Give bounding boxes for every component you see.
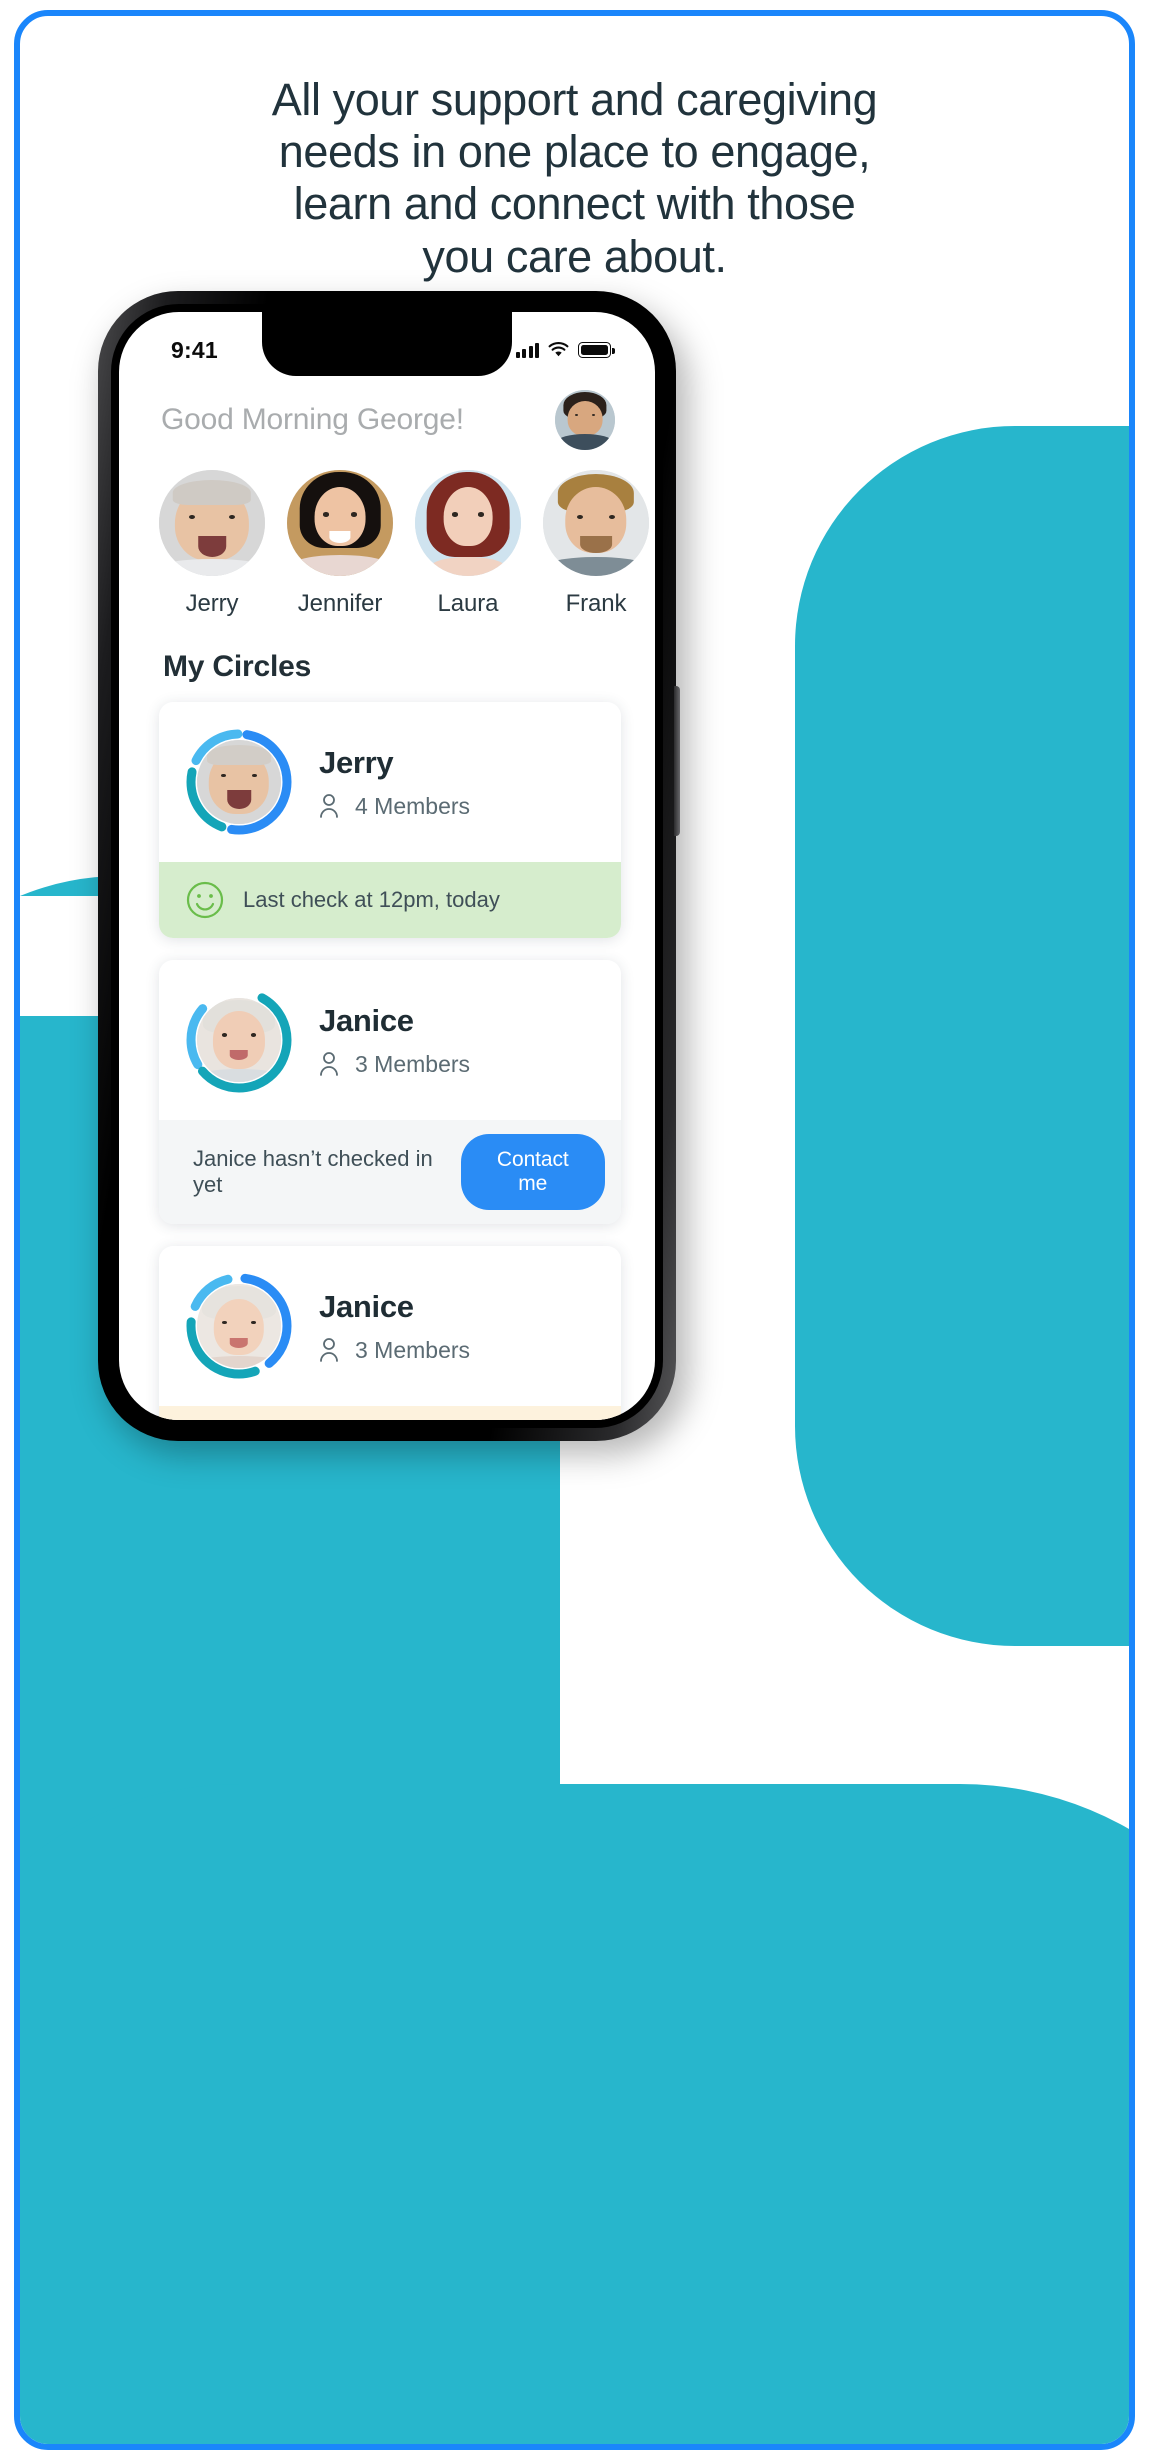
phone-notch	[262, 312, 512, 376]
person-icon	[320, 1338, 338, 1362]
story-avatar[interactable]	[287, 470, 393, 576]
circle-members: 3 Members	[319, 1051, 470, 1078]
stories-row[interactable]: Jerry Jennifer Laura Frank	[119, 450, 655, 618]
promo-frame: All your support and caregiving needs in…	[14, 10, 1135, 2450]
circle-info: Jerry 4 Members	[319, 745, 470, 820]
avatar-face	[197, 740, 281, 824]
circle-status-strip: Janice hasn’t checked in yet Contact me	[159, 1120, 621, 1224]
story-item-jennifer[interactable]: Jennifer	[287, 470, 393, 618]
story-avatar[interactable]	[543, 470, 649, 576]
circle-members: 3 Members	[319, 1337, 470, 1364]
circle-status-strip: Last check at 12pm, today	[159, 1406, 621, 1420]
teal-blob-bottom	[20, 1784, 1129, 2444]
status-icons	[515, 342, 615, 358]
phone-body: 9:41 Good Morning George! Jerry Jennifer…	[98, 291, 680, 1441]
circle-status-text: Janice hasn’t checked in yet	[193, 1146, 433, 1197]
profile-avatar[interactable]	[555, 390, 615, 450]
circle-name: Janice	[319, 1288, 414, 1324]
phone-bezel: 9:41 Good Morning George! Jerry Jennifer…	[111, 304, 663, 1428]
circle-name: Jerry	[319, 744, 394, 780]
contact-me-button[interactable]: Contact me	[460, 1134, 605, 1210]
avatar-face	[159, 470, 265, 576]
person-icon	[320, 794, 338, 818]
story-item-laura[interactable]: Laura	[415, 470, 521, 618]
headline-line-2: needs in one place to engage,	[278, 126, 871, 178]
avatar-face	[543, 470, 649, 576]
headline-line-4: you care about.	[422, 230, 727, 282]
wifi-icon	[548, 342, 569, 357]
greeting-row: Good Morning George!	[119, 374, 655, 450]
circle-avatar	[197, 740, 281, 824]
circle-members-label: 3 Members	[355, 1050, 471, 1077]
avatar-face	[287, 470, 393, 576]
story-name: Laura	[437, 590, 499, 617]
circle-card-jerry[interactable]: Jerry 4 Members Last check at 12pm, toda…	[159, 702, 621, 938]
story-name: Jennifer	[297, 590, 383, 617]
phone-mockup: 9:41 Good Morning George! Jerry Jennifer…	[98, 291, 698, 1461]
headline-line-1: All your support and caregiving	[271, 74, 878, 125]
smiley-happy-icon	[186, 881, 224, 919]
circles-list: Jerry 4 Members Last check at 12pm, toda…	[119, 684, 655, 1420]
story-name: Frank	[565, 590, 627, 617]
avatar-face	[555, 390, 615, 450]
circle-avatar	[197, 1284, 281, 1368]
circle-name: Janice	[319, 1002, 414, 1038]
circle-info: Janice 3 Members	[319, 1003, 470, 1078]
teal-blob-right	[795, 426, 1129, 1646]
story-avatar[interactable]	[159, 470, 265, 576]
avatar-face	[415, 470, 521, 576]
circle-card-main: Janice 3 Members	[159, 1246, 621, 1406]
story-item-frank[interactable]: Frank	[543, 470, 649, 618]
headline-line-3: learn and connect with those	[293, 178, 856, 230]
person-icon	[320, 1052, 338, 1076]
circle-members-label: 4 Members	[355, 792, 471, 819]
story-avatar[interactable]	[415, 470, 521, 576]
circle-card-main: Jerry 4 Members	[159, 702, 621, 862]
progress-ring	[185, 986, 293, 1094]
circle-info: Janice 3 Members	[319, 1289, 470, 1364]
circle-card-main: Janice 3 Members	[159, 960, 621, 1120]
status-time: 9:41	[171, 336, 218, 363]
circle-avatar	[197, 998, 281, 1082]
circle-card-janice-1[interactable]: Janice 3 Members Janice hasn’t checked i…	[159, 960, 621, 1224]
avatar-face	[197, 998, 281, 1082]
circle-members-label: 3 Members	[355, 1336, 471, 1363]
progress-ring	[185, 1272, 293, 1380]
circle-members: 4 Members	[319, 793, 470, 820]
avatar-face	[197, 1284, 281, 1368]
battery-icon	[578, 342, 615, 358]
circle-card-janice-2[interactable]: Janice 3 Members	[159, 1246, 621, 1420]
app-content: Good Morning George! Jerry Jennifer Laur…	[119, 374, 655, 1420]
circle-status-strip: Last check at 12pm, today	[159, 862, 621, 938]
section-title: My Circles	[163, 650, 312, 683]
cellular-signal-icon	[515, 342, 539, 358]
greeting-text: Good Morning George!	[161, 403, 464, 436]
progress-ring	[185, 728, 293, 836]
story-name: Jerry	[185, 590, 239, 617]
phone-screen: 9:41 Good Morning George! Jerry Jennifer…	[119, 312, 655, 1420]
phone-side-button[interactable]	[674, 686, 680, 836]
circle-status-text: Last check at 12pm, today	[243, 887, 500, 912]
headline: All your support and caregiving needs in…	[20, 74, 1129, 283]
story-item-jerry[interactable]: Jerry	[159, 470, 265, 618]
